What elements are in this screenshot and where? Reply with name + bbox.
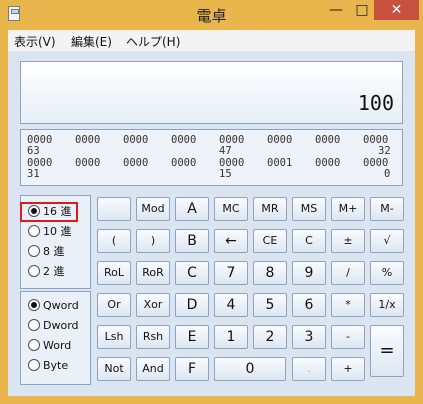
mminus-key[interactable]: M- — [370, 197, 404, 221]
word-size-group: Qword Dword Word Byte — [20, 291, 91, 385]
bit-group: 0001 — [267, 157, 293, 169]
menu-view[interactable]: 表示(V) — [14, 33, 56, 50]
key-1[interactable]: 1 — [214, 325, 248, 349]
bit-group: 0000 — [315, 157, 341, 169]
bit-group: 0000 — [315, 134, 341, 146]
bit-group: 0000 — [123, 157, 149, 169]
menu-help[interactable]: ヘルプ(H) — [126, 33, 180, 50]
mc-key[interactable]: MC — [214, 197, 248, 221]
radio-oct[interactable]: 8 進 — [28, 244, 65, 260]
key-3[interactable]: 3 — [292, 325, 326, 349]
key-a[interactable]: A — [175, 197, 209, 221]
xor-key[interactable]: Xor — [136, 293, 170, 317]
radio-byte[interactable]: Byte — [28, 358, 68, 374]
bit-group: 0000 — [123, 134, 149, 146]
radio-word[interactable]: Word — [28, 338, 71, 354]
key-7[interactable]: 7 — [214, 261, 248, 285]
close-button[interactable]: ✕ — [374, 0, 419, 20]
calculator-display: 100 — [20, 61, 403, 124]
ms-key[interactable]: MS — [292, 197, 326, 221]
key-5[interactable]: 5 — [253, 293, 287, 317]
and-key[interactable]: And — [136, 357, 170, 381]
key-hex-c[interactable]: C — [175, 261, 209, 285]
backspace-key[interactable]: ← — [214, 229, 248, 253]
sqrt-key[interactable]: √ — [370, 229, 404, 253]
radio-bin[interactable]: 2 進 — [28, 264, 65, 280]
percent-key[interactable]: % — [370, 261, 404, 285]
bit-position-label: 63 — [27, 145, 40, 157]
radio-qword[interactable]: Qword — [28, 298, 79, 314]
decimal-key[interactable]: . — [292, 357, 326, 381]
bit-group: 0000 — [171, 157, 197, 169]
key-2[interactable]: 2 — [253, 325, 287, 349]
key-e[interactable]: E — [175, 325, 209, 349]
bit-group: 0000 — [75, 134, 101, 146]
highlight-box — [20, 202, 78, 222]
open-paren-key[interactable]: ( — [97, 229, 131, 253]
bit-position-label: 32 — [378, 145, 391, 157]
bit-panel: 0000 0000 0000 0000 0000 0000 0000 0000 … — [20, 129, 403, 186]
bit-group: 0000 — [267, 134, 293, 146]
bit-position-label: 0 — [384, 168, 391, 180]
key-0[interactable]: 0 — [214, 357, 286, 381]
key-4[interactable]: 4 — [214, 293, 248, 317]
bit-position-label: 15 — [219, 168, 232, 180]
key-8[interactable]: 8 — [253, 261, 287, 285]
radio-dec[interactable]: 10 進 — [28, 224, 72, 240]
multiply-key[interactable]: * — [331, 293, 365, 317]
bit-position-label: 47 — [219, 145, 232, 157]
equals-key[interactable]: = — [370, 325, 404, 377]
bit-group: 0000 — [75, 157, 101, 169]
plus-key[interactable]: + — [331, 357, 365, 381]
reciprocal-key[interactable]: 1/x — [370, 293, 404, 317]
rsh-key[interactable]: Rsh — [136, 325, 170, 349]
mplus-key[interactable]: M+ — [331, 197, 365, 221]
minus-key[interactable]: - — [331, 325, 365, 349]
key-9[interactable]: 9 — [292, 261, 326, 285]
key-6[interactable]: 6 — [292, 293, 326, 317]
ce-key[interactable]: CE — [253, 229, 287, 253]
plusminus-key[interactable]: ± — [331, 229, 365, 253]
bit-group: 0000 — [171, 134, 197, 146]
titlebar: 電卓 — □ ✕ — [0, 0, 423, 28]
close-paren-key[interactable]: ) — [136, 229, 170, 253]
lsh-key[interactable]: Lsh — [97, 325, 131, 349]
maximize-button[interactable]: □ — [349, 0, 375, 20]
or-key[interactable]: Or — [97, 293, 131, 317]
menu-edit[interactable]: 編集(E) — [71, 33, 112, 50]
menu-bar: 表示(V) 編集(E) ヘルプ(H) — [8, 30, 415, 51]
key-f[interactable]: F — [175, 357, 209, 381]
not-key[interactable]: Not — [97, 357, 131, 381]
calculator-window: 電卓 — □ ✕ 表示(V) 編集(E) ヘルプ(H) 100 0000 000… — [0, 0, 423, 404]
display-value: 100 — [357, 91, 394, 115]
rol-key[interactable]: RoL — [97, 261, 131, 285]
mr-key[interactable]: MR — [253, 197, 287, 221]
blank-key[interactable] — [97, 197, 131, 221]
mod-key[interactable]: Mod — [136, 197, 170, 221]
divide-key[interactable]: / — [331, 261, 365, 285]
c-key[interactable]: C — [292, 229, 326, 253]
calculator-client: 表示(V) 編集(E) ヘルプ(H) 100 0000 0000 0000 00… — [8, 30, 415, 396]
key-d[interactable]: D — [175, 293, 209, 317]
radio-dword[interactable]: Dword — [28, 318, 79, 334]
minimize-button[interactable]: — — [323, 0, 349, 20]
bit-position-label: 31 — [27, 168, 40, 180]
key-b[interactable]: B — [175, 229, 209, 253]
ror-key[interactable]: RoR — [136, 261, 170, 285]
